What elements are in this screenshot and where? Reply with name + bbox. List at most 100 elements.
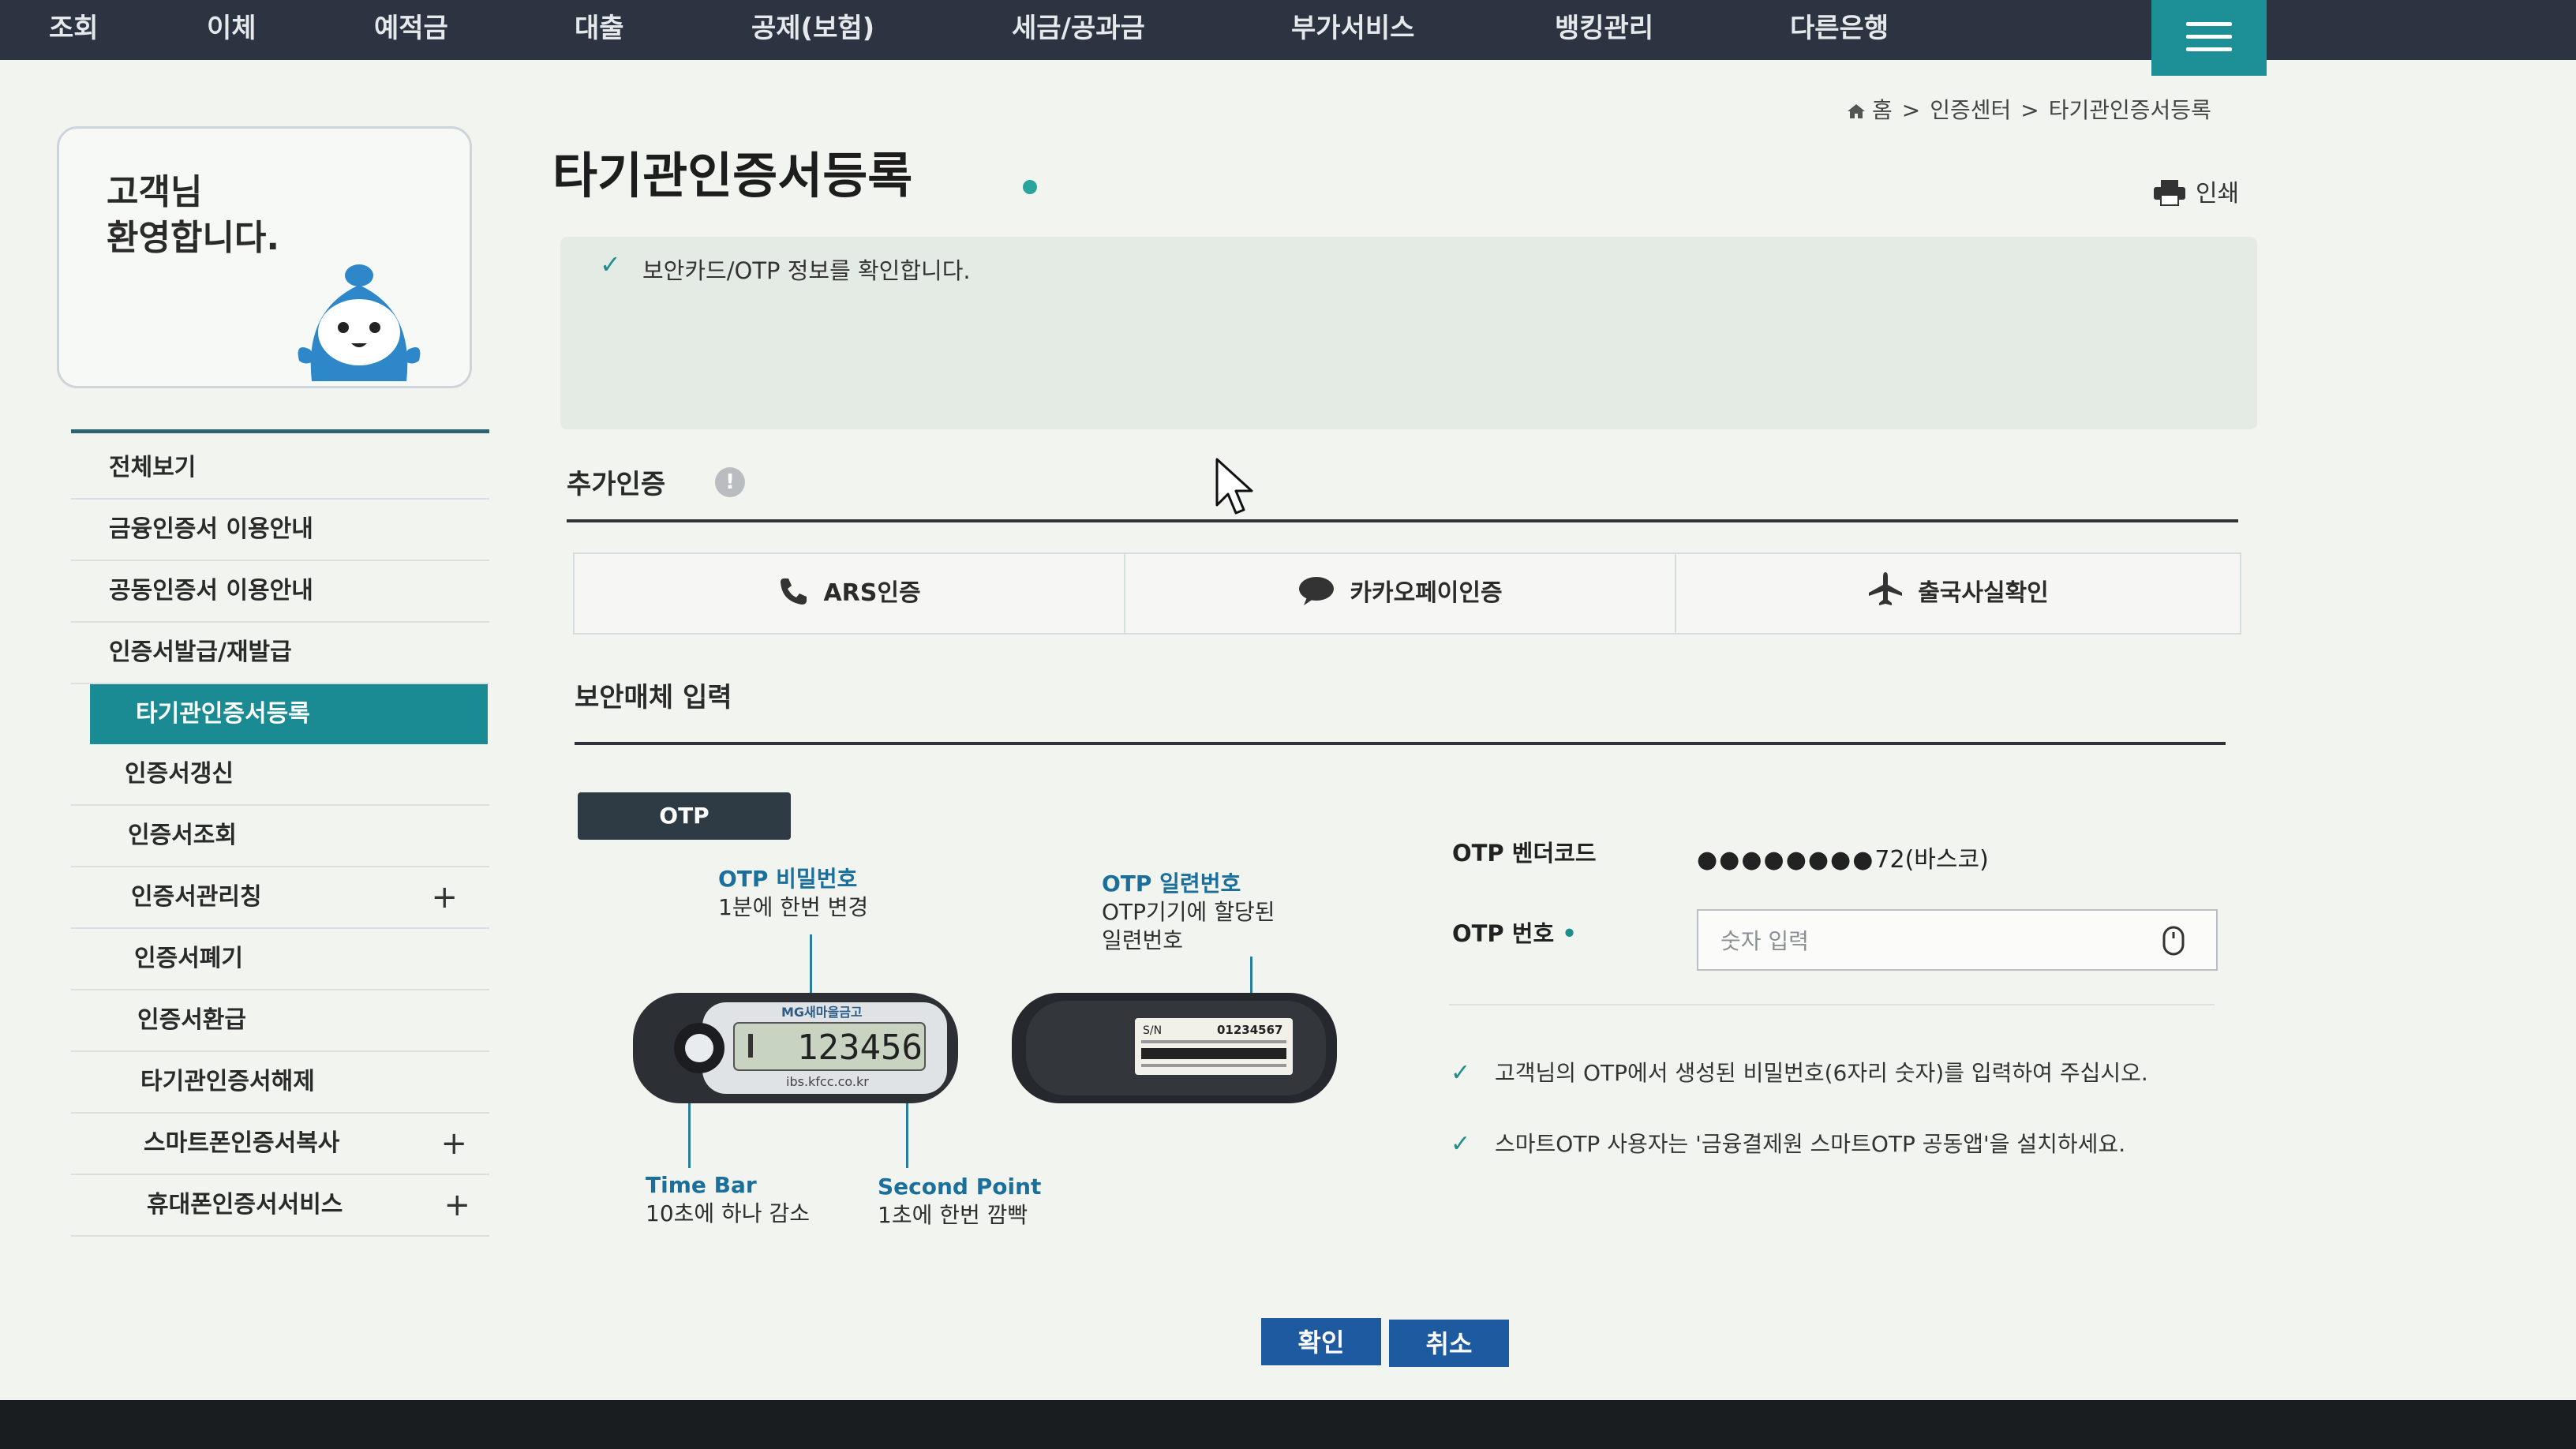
title-accent-dot <box>1023 180 1037 194</box>
welcome-message: 고객님 환영합니다. <box>107 170 279 261</box>
nav-item-loan[interactable]: 대출 <box>575 6 624 45</box>
otp-pin-caption: OTP 비밀번호 1분에 한번 변경 <box>718 865 868 922</box>
sidebar-item-label: 타기관인증서해제 <box>140 1068 315 1095</box>
breadcrumb-current: 타기관인증서등록 <box>2048 97 2211 123</box>
sidebar-item-label: 공동인증서 이용안내 <box>109 577 313 605</box>
departure-check-button[interactable]: 출국사실확인 <box>1676 554 2240 633</box>
cancel-button[interactable]: 취소 <box>1389 1320 1509 1367</box>
kakaopay-auth-label: 카카오페이인증 <box>1350 579 1503 607</box>
home-icon[interactable] <box>1847 103 1866 119</box>
welcome-line2: 환영합니다. <box>107 218 280 258</box>
otp-pin-caption-title: OTP 비밀번호 <box>718 866 858 892</box>
otp-number-label-text: OTP 번호 <box>1452 920 1555 947</box>
sidebar-item-label: 인증서발급/재발급 <box>109 638 292 666</box>
hamburger-menu-button[interactable] <box>2151 0 2267 76</box>
expand-plus-icon[interactable]: + <box>431 867 458 927</box>
phone-icon <box>781 578 807 605</box>
otp-tab[interactable]: OTP <box>578 792 791 840</box>
notice-box: ✓ 보안카드/OTP 정보를 확인합니다. <box>560 237 2257 429</box>
breadcrumb-level1[interactable]: 인증센터 <box>1930 97 2011 123</box>
sidebar-item-mobile-cert-service[interactable]: 휴대폰인증서서비스 + <box>71 1175 489 1237</box>
sidebar-item-label: 인증서조회 <box>128 822 237 849</box>
sidebar-item-joint-cert-guide[interactable]: 공동인증서 이용안내 <box>71 561 489 623</box>
otp-vendor-code-label: OTP 벤더코드 <box>1452 840 1597 867</box>
ars-auth-button[interactable]: ARS인증 <box>575 554 1125 633</box>
nav-item-other-bank[interactable]: 다른은행 <box>1790 6 1889 45</box>
vendor-code-masked: ●●●●●●●● <box>1697 846 1875 874</box>
sidebar-item-label: 인증서갱신 <box>125 760 234 788</box>
sidebar-item-label: 타기관인증서등록 <box>136 700 310 728</box>
sidebar-item-other-cert-register[interactable]: 타기관인증서등록 <box>90 684 488 744</box>
sidebar-item-cert-revoke[interactable]: 인증서폐기 <box>71 929 489 990</box>
sidebar-item-label: 금융인증서 이용안내 <box>109 515 313 543</box>
sidebar-item-other-cert-release[interactable]: 타기관인증서해제 <box>71 1052 489 1114</box>
expand-plus-icon[interactable]: + <box>444 1175 470 1235</box>
otp-serial-caption-desc2: 일련번호 <box>1102 927 1184 953</box>
otp-guide-item: ✓ 스마트OTP 사용자는 '금융결제원 스마트OTP 공동앱'을 설치하세요. <box>1451 1129 2208 1160</box>
check-icon: ✓ <box>600 249 621 279</box>
chevron-right-icon: > <box>2020 97 2039 123</box>
nav-item-extra-services[interactable]: 부가서비스 <box>1291 6 1414 45</box>
extra-auth-heading: 추가인증 <box>567 469 666 500</box>
airplane-icon <box>1869 572 1903 605</box>
speech-bubble-icon <box>1299 577 1335 605</box>
nav-item-tax[interactable]: 세금/공과금 <box>1012 6 1145 45</box>
info-icon[interactable]: ! <box>715 467 745 497</box>
printer-icon <box>2154 180 2185 206</box>
otp-serial-caption: OTP 일련번호 OTP기기에 할당된 일련번호 <box>1102 870 1275 955</box>
sidebar-item-label: 인증서환급 <box>137 1006 246 1034</box>
field-divider <box>1449 1004 2215 1005</box>
mouse-keypad-icon[interactable] <box>2158 925 2189 957</box>
otp-vendor-code-value: ●●●●●●●●72(바스코) <box>1697 840 1989 874</box>
second-point-caption: Second Point 1초에 한번 깜빡 <box>878 1173 1041 1230</box>
sidebar-item-label: 전체보기 <box>109 454 197 481</box>
timebar-caption-title: Time Bar <box>646 1172 757 1198</box>
vendor-code-suffix: 72(바스코) <box>1874 846 1989 874</box>
nav-item-banking-management[interactable]: 뱅킹관리 <box>1555 6 1653 45</box>
print-button[interactable]: 인쇄 <box>2153 174 2239 208</box>
check-icon: ✓ <box>1451 1059 1471 1087</box>
otp-serial-caption-title: OTP 일련번호 <box>1102 871 1241 897</box>
otp-serial-value: 01234567 <box>1217 1023 1283 1037</box>
menu-icon <box>2186 22 2232 26</box>
otp-guide-text: 스마트OTP 사용자는 '금융결제원 스마트OTP 공동앱'을 설치하세요. <box>1495 1131 2126 1157</box>
otp-number-field <box>1697 909 2218 971</box>
sidebar-item-view-all[interactable]: 전체보기 <box>71 438 489 500</box>
confirm-button[interactable]: 확인 <box>1261 1318 1381 1365</box>
menu-icon-bar <box>2186 47 2232 51</box>
otp-serial-label: S/N <box>1143 1024 1162 1037</box>
kakaopay-auth-button[interactable]: 카카오페이인증 <box>1125 554 1676 633</box>
mascot-character-icon <box>298 264 421 381</box>
page-title: 타기관인증서등록 <box>552 147 913 204</box>
check-icon: ✓ <box>1451 1130 1471 1158</box>
extra-auth-options: ARS인증 카카오페이인증 출국사실확인 <box>573 552 2241 635</box>
departure-check-label: 출국사실확인 <box>1918 579 2049 607</box>
nav-item-inquiry[interactable]: 조회 <box>49 6 99 45</box>
sidebar-item-cert-management[interactable]: 인증서관리칭 + <box>71 867 489 929</box>
nav-item-deposit[interactable]: 예적금 <box>374 6 448 45</box>
expand-plus-icon[interactable]: + <box>440 1114 467 1174</box>
sidebar-item-label: 스마트폰인증서복사 <box>144 1129 340 1157</box>
section-divider <box>567 519 2238 522</box>
section-divider <box>575 742 2226 745</box>
top-navigation: 조회 이체 예적금 대출 공제(보험) 세금/공과금 부가서비스 뱅킹관리 다른… <box>0 0 2576 76</box>
sidebar-item-smartphone-cert-copy[interactable]: 스마트폰인증서복사 + <box>71 1114 489 1175</box>
ars-auth-label: ARS인증 <box>823 579 921 607</box>
sidebar-item-financial-cert-guide[interactable]: 금융인증서 이용안내 <box>71 500 489 561</box>
nav-item-insurance[interactable]: 공제(보험) <box>751 6 874 45</box>
notice-text: 보안카드/OTP 정보를 확인합니다. <box>642 257 971 284</box>
required-dot-icon: • <box>1562 920 1577 947</box>
second-point-caption-title: Second Point <box>878 1174 1042 1200</box>
sidebar-item-cert-refund[interactable]: 인증서환급 <box>71 990 489 1052</box>
sidebar-item-cert-issue[interactable]: 인증서발급/재발급 <box>71 623 489 684</box>
breadcrumb: 홈 > 인증센터 > 타기관인증서등록 <box>1847 93 2211 125</box>
sidebar-item-cert-inquiry[interactable]: 인증서조회 <box>71 806 489 867</box>
otp-device-front-image: MG새마을금고 123456 ibs.kfcc.co.kr <box>633 993 958 1103</box>
sidebar-item-cert-renew[interactable]: 인증서갱신 <box>71 744 489 806</box>
breadcrumb-home[interactable]: 홈 <box>1872 97 1893 123</box>
security-media-heading: 보안매체 입력 <box>575 682 732 713</box>
nav-item-transfer[interactable]: 이체 <box>207 6 256 45</box>
otp-number-input[interactable] <box>1698 911 2148 971</box>
sidebar-item-label: 휴대폰인증서서비스 <box>147 1191 343 1219</box>
mouse-cursor-icon <box>1215 458 1253 515</box>
